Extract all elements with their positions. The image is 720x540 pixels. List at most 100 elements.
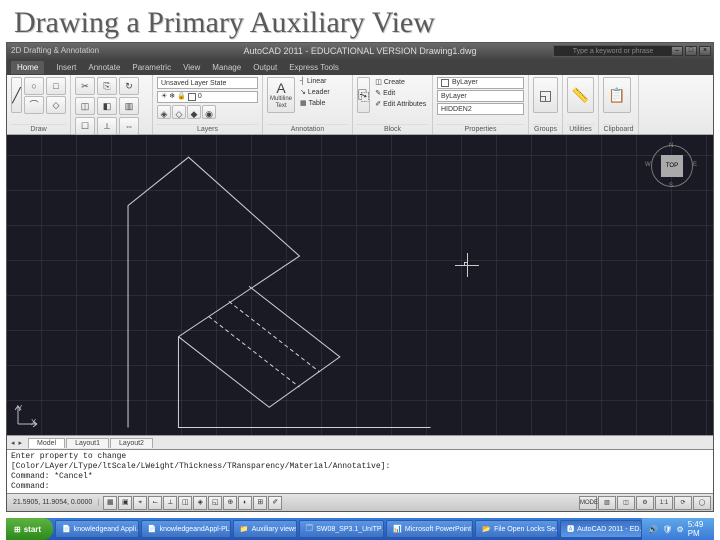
infocenter-search[interactable]: Type a keyword or phrase [553, 45, 673, 57]
linetype-dropdown[interactable]: HIDDEN2 [437, 103, 524, 115]
taskbar-item-active[interactable]: 🅰AutoCAD 2011 - ED… [560, 520, 642, 538]
block-attr-button[interactable]: ✐Edit Attributes [372, 99, 429, 109]
tray-icon[interactable]: 🔊 [648, 525, 658, 534]
tab-annotate[interactable]: Annotate [88, 63, 120, 72]
tray-icon[interactable]: ⚙ [677, 525, 684, 534]
layer-state-dropdown[interactable]: Unsaved Layer State [157, 77, 258, 89]
snap-toggle[interactable]: ▦ [103, 496, 117, 510]
lineweight-dropdown[interactable]: ByLayer [437, 90, 524, 102]
poly-button[interactable]: ◇ [46, 96, 66, 114]
viewcube-face[interactable]: TOP [661, 155, 683, 177]
tab-home[interactable]: Home [11, 61, 44, 74]
vc-north[interactable]: N [669, 143, 673, 149]
tab-manage[interactable]: Manage [212, 63, 241, 72]
block-edit-button[interactable]: ✎Edit [372, 88, 429, 98]
otrack-toggle[interactable]: ◈ [193, 496, 207, 510]
fillet-button[interactable]: ⟂ [97, 117, 117, 135]
panel-block: ⎘ ◫Create ✎Edit ✐Edit Attributes Block [353, 75, 433, 134]
vc-south[interactable]: S [669, 183, 673, 189]
layerbtn3[interactable]: ◆ [187, 105, 201, 119]
copy-button[interactable]: ⎘ [97, 77, 117, 95]
array-button[interactable]: ▥ [119, 97, 139, 115]
dyn-toggle[interactable]: ⊕ [223, 496, 237, 510]
taskbar-item[interactable]: 📄knowledgeand Appli… [55, 520, 139, 538]
paste-button[interactable]: 📋 [603, 77, 631, 113]
workspace-selector[interactable]: 2D Drafting & Annotation [11, 43, 99, 59]
tray-icon[interactable]: 🛡 [662, 525, 672, 534]
tab-layout2[interactable]: Layout2 [110, 438, 153, 448]
drawing-canvas[interactable]: TOP N S E W Y X [7, 135, 713, 435]
rect-button[interactable]: □ [46, 77, 66, 95]
tab-output[interactable]: Output [253, 63, 277, 72]
maximize-button[interactable]: □ [685, 46, 697, 56]
line-button[interactable]: ╱ [11, 77, 22, 113]
vc-west[interactable]: W [645, 162, 651, 168]
tab-insert[interactable]: Insert [56, 63, 76, 72]
status-r2[interactable]: ◫ [617, 496, 635, 510]
arc-button[interactable]: ⌒ [24, 96, 44, 114]
polar-toggle[interactable]: ⌙ [148, 496, 162, 510]
osnap-toggle[interactable]: ⟂ [163, 496, 177, 510]
measure-button[interactable]: 📏 [567, 77, 594, 113]
panel-utilities: 📏 Utilities [563, 75, 599, 134]
mtext-button[interactable]: A Multiline Text [267, 77, 295, 113]
tab-view[interactable]: View [183, 63, 200, 72]
status-r1[interactable]: ▧ [598, 496, 616, 510]
start-button[interactable]: ⊞ start [6, 518, 53, 540]
slide-title: Drawing a Primary Auxiliary View [0, 0, 720, 42]
tab-parametric[interactable]: Parametric [132, 63, 171, 72]
panel-label: Annotation [267, 124, 348, 134]
group-button[interactable]: ◱ [533, 77, 558, 113]
block-create-button[interactable]: ◫Create [372, 77, 429, 87]
tpy-toggle[interactable]: ⊞ [253, 496, 267, 510]
color-dropdown[interactable]: ByLayer [437, 77, 524, 89]
scale-button[interactable]: ◧ [97, 97, 117, 115]
table-button[interactable]: ▦Table [297, 98, 333, 108]
3dosnap-toggle[interactable]: ◫ [178, 496, 192, 510]
command-window[interactable]: Enter property to change [Color/LAyer/LT… [7, 449, 713, 493]
ortho-toggle[interactable]: ⌖ [133, 496, 147, 510]
linear-dim-button[interactable]: ┤Linear [297, 77, 333, 86]
taskbar-item[interactable]: 📊Microsoft PowerPoint… [386, 520, 473, 538]
circle-button[interactable]: ○ [24, 77, 44, 95]
close-button[interactable]: × [699, 46, 711, 56]
tab-express[interactable]: Express Tools [289, 63, 339, 72]
system-tray: 🔊 🛡 ⚙ 5:49 PM [642, 518, 714, 540]
vc-east[interactable]: E [693, 162, 697, 168]
taskbar-item[interactable]: 📂File Open Locks Se… [475, 520, 558, 538]
anno-scale[interactable]: 1:1 [655, 496, 673, 510]
tab-layout1[interactable]: Layout1 [66, 438, 109, 448]
offset-button[interactable]: ☐ [75, 117, 95, 135]
rotate-button[interactable]: ↻ [119, 77, 139, 95]
layer-dropdown[interactable]: ☀ ❄ 🔒 0 [157, 91, 258, 103]
tab-nav-left[interactable]: ◂ [11, 439, 15, 447]
tab-model[interactable]: Model [28, 438, 65, 448]
tab-nav-right[interactable]: ▸ [19, 439, 23, 447]
minimize-button[interactable]: – [671, 46, 683, 56]
taskbar-item[interactable]: 📁Auxiliary views [233, 520, 297, 538]
taskbar-item[interactable]: 📄knowledgeandAppl-PL… [141, 520, 231, 538]
clock[interactable]: 5:49 PM [688, 520, 708, 538]
model-paper[interactable]: MODE [579, 496, 597, 510]
window-buttons: – □ × [671, 46, 711, 56]
trim-button[interactable]: ✂ [75, 77, 95, 95]
status-toggles: ▦ ▣ ⌖ ⌙ ⟂ ◫ ◈ ◱ ⊕ ◐ ⊞ ✐ [103, 496, 282, 510]
stretch-button[interactable]: ⇔ [119, 117, 139, 135]
layerbtn2[interactable]: ◇ [172, 105, 186, 119]
app-window: 2D Drafting & Annotation AutoCAD 2011 - … [6, 42, 714, 512]
layerbtn1[interactable]: ◈ [157, 105, 171, 119]
status-r3[interactable]: ⚙ [636, 496, 654, 510]
status-r6[interactable]: ◯ [693, 496, 711, 510]
coords-display[interactable]: 21.5905, 11.9054, 0.0000 [7, 499, 99, 506]
mirror-button[interactable]: ◫ [75, 97, 95, 115]
layerbtn4[interactable]: ◉ [202, 105, 216, 119]
ducs-toggle[interactable]: ◱ [208, 496, 222, 510]
leader-button[interactable]: ↘Leader [297, 87, 333, 97]
taskbar-item[interactable]: 🗔SW08_SP3.1_UniTP… [299, 520, 385, 538]
grid-toggle[interactable]: ▣ [118, 496, 132, 510]
lwt-toggle[interactable]: ◐ [238, 496, 252, 510]
viewcube[interactable]: TOP N S E W [651, 145, 693, 187]
status-r5[interactable]: ⟳ [674, 496, 692, 510]
qp-toggle[interactable]: ✐ [268, 496, 282, 510]
insert-block-button[interactable]: ⎘ [357, 77, 370, 113]
